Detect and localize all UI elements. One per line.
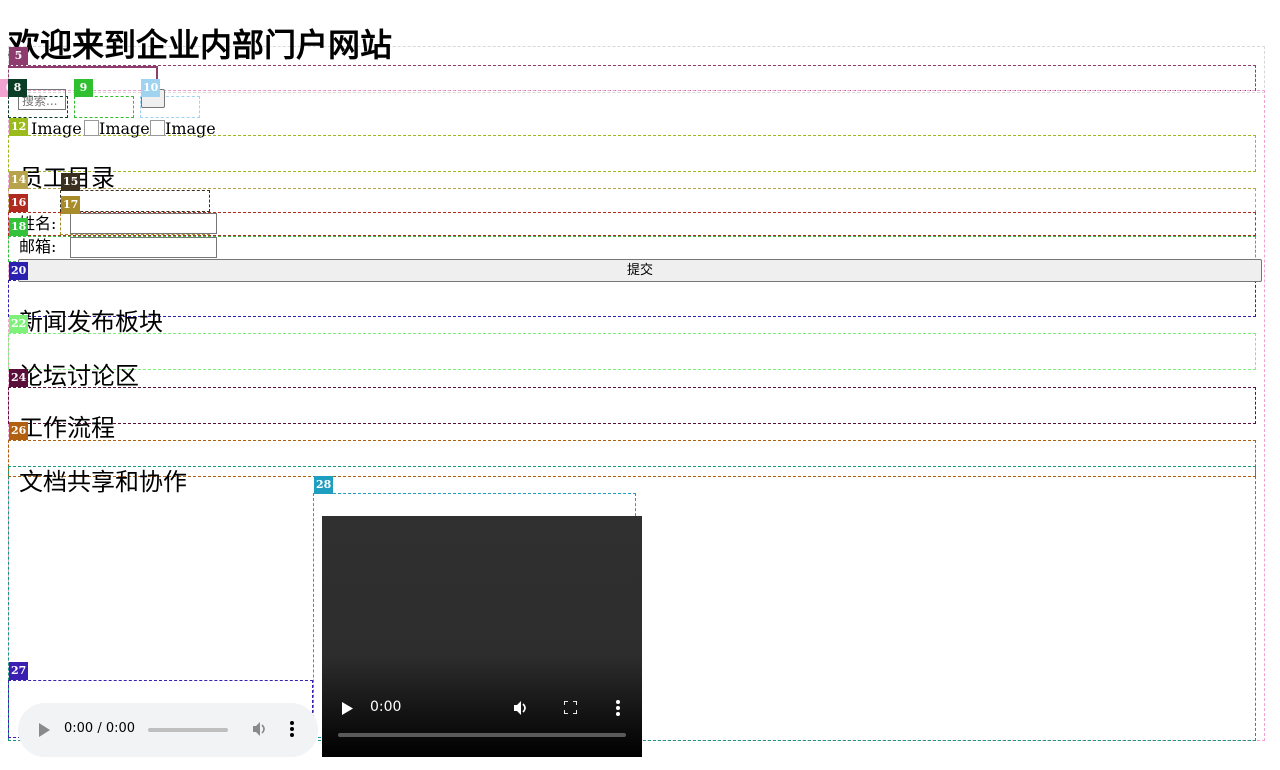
broken-image-icon — [84, 120, 99, 136]
marker-15: 15 — [61, 173, 81, 191]
marker-16: 16 — [9, 194, 29, 212]
marker-5: 5 — [9, 47, 28, 65]
outline-5 — [8, 65, 1256, 91]
outline-20 — [8, 280, 1256, 317]
outline-9 — [74, 96, 134, 118]
marker-22: 22 — [9, 315, 29, 333]
audio-time: 0:00 / 0:00 — [64, 721, 136, 736]
marker-8: 8 — [8, 79, 27, 97]
marker-20: 20 — [9, 262, 29, 280]
page-title: 欢迎来到企业内部门户网站 — [8, 26, 393, 64]
marker-17: 17 — [61, 196, 81, 214]
more-options-icon[interactable] — [290, 721, 294, 737]
volume-icon[interactable] — [513, 700, 531, 716]
play-icon[interactable] — [38, 723, 50, 737]
fullscreen-icon[interactable] — [564, 701, 577, 714]
marker-27: 27 — [9, 662, 29, 680]
marker-24: 24 — [9, 369, 29, 387]
marker-14: 14 — [9, 171, 29, 189]
marker-26: 26 — [9, 422, 29, 440]
email-input[interactable] — [70, 237, 217, 258]
forum-heading: 论坛讨论区 — [19, 362, 139, 390]
video-progress[interactable] — [338, 733, 626, 737]
marker-9: 9 — [74, 79, 93, 97]
video-time: 0:00 — [370, 699, 402, 715]
marker-10: 10 — [141, 79, 161, 97]
play-icon[interactable] — [342, 702, 353, 715]
docs-heading: 文档共享和协作 — [19, 468, 187, 496]
video-player[interactable]: 0:00 — [322, 516, 642, 757]
outline-24 — [8, 387, 1256, 424]
marker-28: 28 — [314, 476, 334, 494]
submit-button[interactable]: 提交 — [18, 259, 1262, 282]
name-input[interactable] — [70, 213, 217, 234]
marker-12: 12 — [9, 118, 29, 136]
image-2: Image — [84, 119, 150, 139]
email-label: 邮箱: — [19, 237, 57, 256]
marker-18: 18 — [9, 218, 29, 236]
outline-15 — [60, 190, 210, 212]
more-options-icon[interactable] — [616, 700, 620, 716]
outline-12 — [8, 135, 1256, 172]
video-controls: 0:00 — [322, 696, 642, 720]
audio-progress[interactable] — [148, 728, 228, 732]
workflow-heading: 工作流程 — [19, 414, 115, 442]
volume-icon[interactable] — [252, 721, 268, 737]
audio-player[interactable]: 0:00 / 0:00 — [18, 703, 318, 757]
broken-image-icon — [150, 120, 165, 136]
image-3: Image — [150, 119, 216, 139]
news-heading: 新闻发布板块 — [19, 308, 163, 336]
outline-22 — [8, 333, 1256, 370]
